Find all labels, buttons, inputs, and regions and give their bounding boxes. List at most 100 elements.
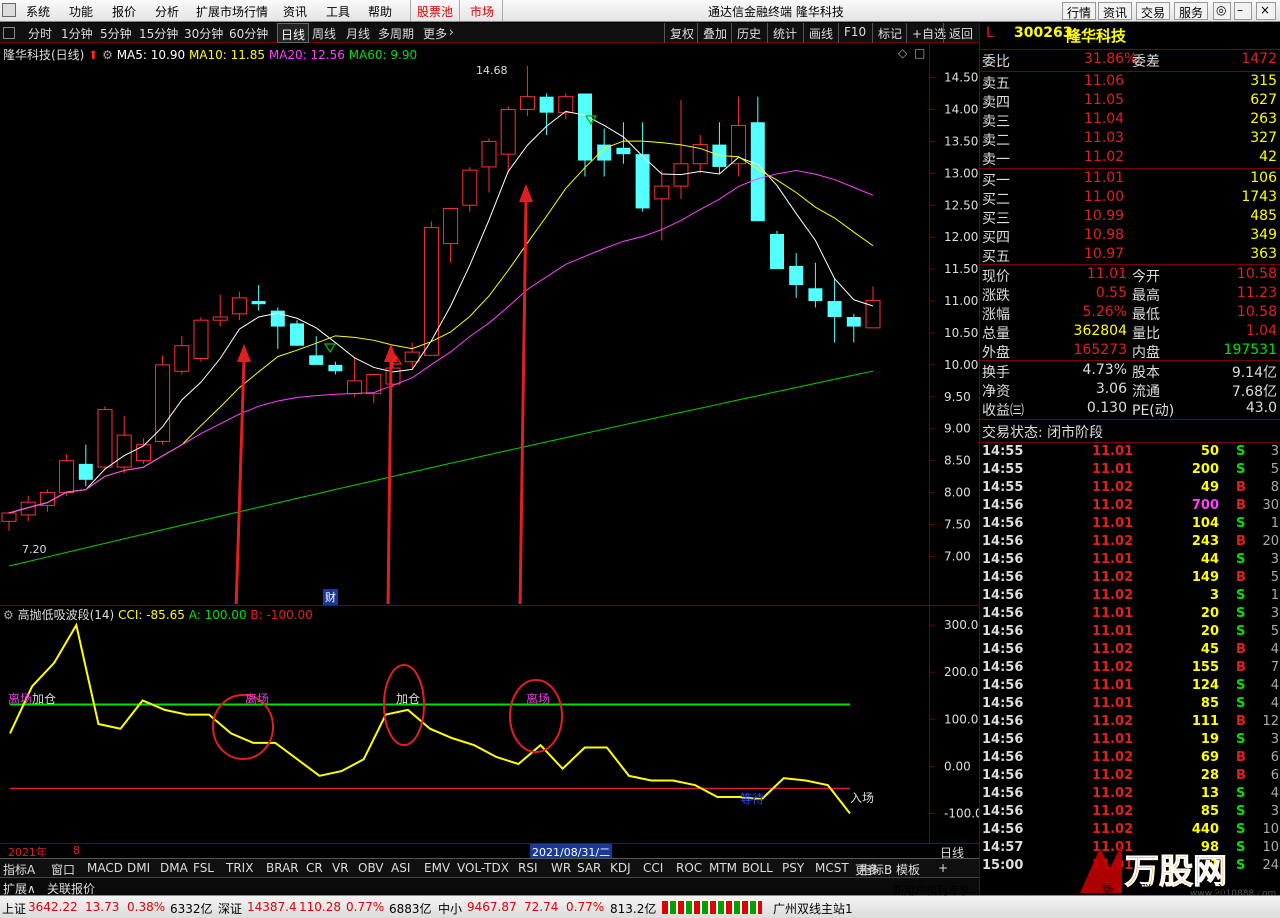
sh-index-label[interactable]: 上证: [2, 900, 26, 917]
server-station[interactable]: 广州双线主站1: [773, 900, 853, 917]
indicator-tab[interactable]: SAR: [577, 861, 601, 875]
indicator-tab[interactable]: EMV: [424, 861, 450, 875]
detail-tab[interactable]: 细: [1068, 881, 1080, 898]
tick-cell: S: [1236, 732, 1246, 747]
menu-item[interactable]: 扩展市场行情: [196, 3, 268, 20]
tick-cell: 6: [1270, 750, 1279, 765]
info-btn[interactable]: 资讯: [1098, 2, 1133, 20]
more-tab[interactable]: 更多: [423, 25, 447, 42]
tick-cell: 11.02: [1092, 714, 1134, 729]
indicator-tab[interactable]: CR: [306, 861, 323, 875]
settings-icon[interactable]: ⚙: [3, 608, 14, 622]
indicator-tab[interactable]: CCI: [643, 861, 663, 875]
f10-btn[interactable]: F10: [838, 23, 871, 43]
indicator-tab[interactable]: RSI: [518, 861, 538, 875]
value-tab[interactable]: 值: [1176, 881, 1188, 898]
indicator-tab[interactable]: MCST: [815, 861, 849, 875]
indicator-right-tab[interactable]: 指标B: [860, 861, 892, 878]
indicator-tab[interactable]: 窗口: [51, 861, 75, 878]
indicator-tab[interactable]: ROC: [676, 861, 702, 875]
indicator-tab[interactable]: BOLL: [742, 861, 773, 875]
draw-btn[interactable]: 画线: [803, 23, 838, 43]
app-icon[interactable]: [2, 3, 16, 17]
period-tab[interactable]: 月线: [346, 25, 370, 42]
indicator-tab[interactable]: VR: [332, 861, 349, 875]
stats-btn[interactable]: 统计: [767, 23, 802, 43]
chart-legend: 隆华科技(日线) ⬆ ⚙ MA5: 10.90 MA10: 11.85 MA20…: [3, 46, 417, 63]
settings-icon[interactable]: ⚙: [102, 48, 113, 62]
indicator-tab[interactable]: MACD: [87, 861, 123, 875]
promo-link[interactable]: 新用户福利专享: [893, 882, 970, 898]
quote-btn[interactable]: 行情: [1062, 2, 1097, 20]
tick-cell: 14:55: [982, 462, 1024, 477]
period-tab[interactable]: 15分钟: [139, 25, 178, 42]
chevron-right-icon[interactable]: ›: [449, 25, 454, 39]
indicator-tab[interactable]: FSL: [193, 861, 214, 875]
indicator-tab[interactable]: DMI: [127, 861, 150, 875]
indicator-tab[interactable]: MTM: [709, 861, 737, 875]
price-tab[interactable]: 价: [1028, 881, 1040, 898]
period-tab-selected[interactable]: 日线: [277, 23, 310, 43]
sme-index-value: 9467.87: [467, 900, 517, 914]
indicator-tab[interactable]: ASI: [391, 861, 410, 875]
panel-toggle-icon[interactable]: [3, 27, 15, 39]
menu-item[interactable]: 分析: [155, 3, 179, 20]
finance-marker[interactable]: 财: [323, 589, 338, 605]
oscillator-chart[interactable]: 300.0 200.0 100.0 0.00 -100.0 ⚙ 高抛低吸波段(14) C…: [0, 605, 983, 843]
indicator-tab[interactable]: BRAR: [266, 861, 299, 875]
candle-body-up: [423, 227, 439, 356]
menu-item[interactable]: 系统: [26, 3, 50, 20]
overlay-btn[interactable]: 叠加: [697, 23, 732, 43]
indicator-right-tab[interactable]: 模板: [896, 861, 920, 878]
period-tab[interactable]: 30分钟: [184, 25, 223, 42]
indicator-tab[interactable]: 指标A: [3, 861, 35, 878]
stock-header: L 300263 隆华科技: [980, 25, 1280, 47]
sme-index-label[interactable]: 中小: [438, 900, 462, 917]
tick-tab[interactable]: 笔: [988, 881, 1000, 898]
circle-icon[interactable]: ◎: [1213, 2, 1231, 20]
mark-btn[interactable]: 标记: [872, 23, 907, 43]
menu-item[interactable]: 报价: [112, 3, 136, 20]
period-tab[interactable]: 周线: [312, 25, 336, 42]
link-tab[interactable]: 联: [1140, 881, 1152, 898]
restore-right-btn[interactable]: 复权: [664, 23, 699, 43]
indicator-tab[interactable]: KDJ: [610, 861, 631, 875]
period-tab[interactable]: 多周期: [378, 25, 414, 42]
quote-cell: 10.98: [1084, 227, 1125, 243]
market-tab[interactable]: 市场: [462, 0, 504, 21]
stat-row: 总量 362804 量比 1.04: [980, 323, 1280, 342]
period-tab[interactable]: 60分钟: [229, 25, 268, 42]
period-tab[interactable]: 分时: [28, 25, 52, 42]
kline-chart[interactable]: 14.50 14.00 13.50 13.00 12.50 12.00 11.50 11.00…: [0, 44, 979, 611]
sz-index-label[interactable]: 深证: [218, 900, 242, 917]
indicator-tab[interactable]: TRIX: [226, 861, 253, 875]
history-btn[interactable]: 历史: [731, 23, 766, 43]
indicator-tab[interactable]: WR: [551, 861, 571, 875]
back-btn[interactable]: 返回: [943, 23, 978, 43]
menu-item[interactable]: 功能: [69, 3, 93, 20]
tick-cell: 14:56: [982, 768, 1024, 783]
trade-btn[interactable]: 交易: [1136, 2, 1171, 20]
trend-tab[interactable]: 势: [1102, 881, 1114, 898]
indicator-tab[interactable]: VOL-TDX: [457, 861, 509, 875]
indicator-right-tab[interactable]: +: [938, 861, 948, 875]
menu-item[interactable]: 帮助: [368, 3, 392, 20]
period-tab[interactable]: 1分钟: [61, 25, 93, 42]
close-icon[interactable]: ×: [1256, 2, 1276, 20]
indicator-tab[interactable]: PSY: [782, 861, 804, 875]
service-btn[interactable]: 服务: [1174, 2, 1209, 20]
stock-pool-tab[interactable]: 股票池: [410, 0, 461, 21]
tick-row: 14:56 11.02 13 S 4: [980, 786, 1280, 804]
menu-item[interactable]: 资讯: [283, 3, 307, 20]
main-tab[interactable]: 主: [1214, 881, 1226, 898]
menu-item[interactable]: 工具: [326, 3, 350, 20]
indicator-tab[interactable]: DMA: [160, 861, 188, 875]
chip-tab[interactable]: 筹: [1252, 881, 1264, 898]
indicator-tab[interactable]: OBV: [358, 861, 384, 875]
minimize-icon[interactable]: –: [1234, 2, 1252, 20]
square-icon[interactable]: □: [914, 46, 925, 60]
diamond-icon[interactable]: ◇: [898, 46, 907, 60]
tick-cell: 3: [1270, 552, 1279, 567]
period-tab[interactable]: 5分钟: [100, 25, 132, 42]
price-tick-label: 14.00: [944, 102, 978, 116]
